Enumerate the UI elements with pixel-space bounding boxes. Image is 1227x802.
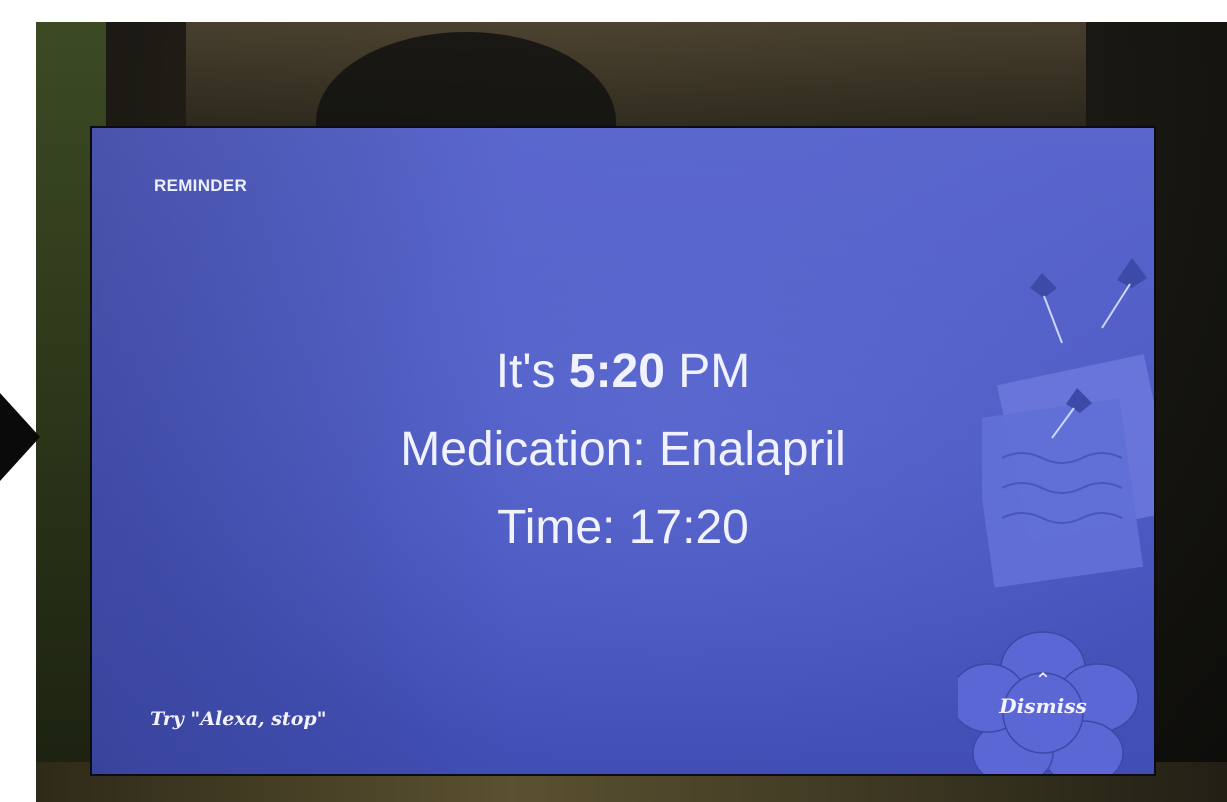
time-prefix: It's (495, 345, 569, 398)
reminder-screen: REMINDER It's 5:20 PM Medication: Enalap… (92, 128, 1154, 774)
current-time-line: It's 5:20 PM (92, 333, 1154, 411)
time-value: 5:20 (568, 345, 665, 398)
pointer-arrow-icon (0, 393, 40, 481)
reminder-header: REMINDER (154, 176, 248, 195)
scheduled-time-line: Time: 17:20 (497, 501, 749, 554)
dismiss-label: Dismiss (999, 694, 1087, 718)
reminder-message: It's 5:20 PM Medication: Enalapril Time:… (92, 333, 1154, 567)
chevron-up-icon: ⌃ (1034, 670, 1052, 692)
voice-hint: Try "Alexa, stop" (150, 708, 327, 730)
dismiss-button[interactable]: ⌃ Dismiss (958, 628, 1148, 774)
time-suffix: PM (664, 345, 751, 398)
medication-line: Medication: Enalapril (400, 423, 846, 476)
